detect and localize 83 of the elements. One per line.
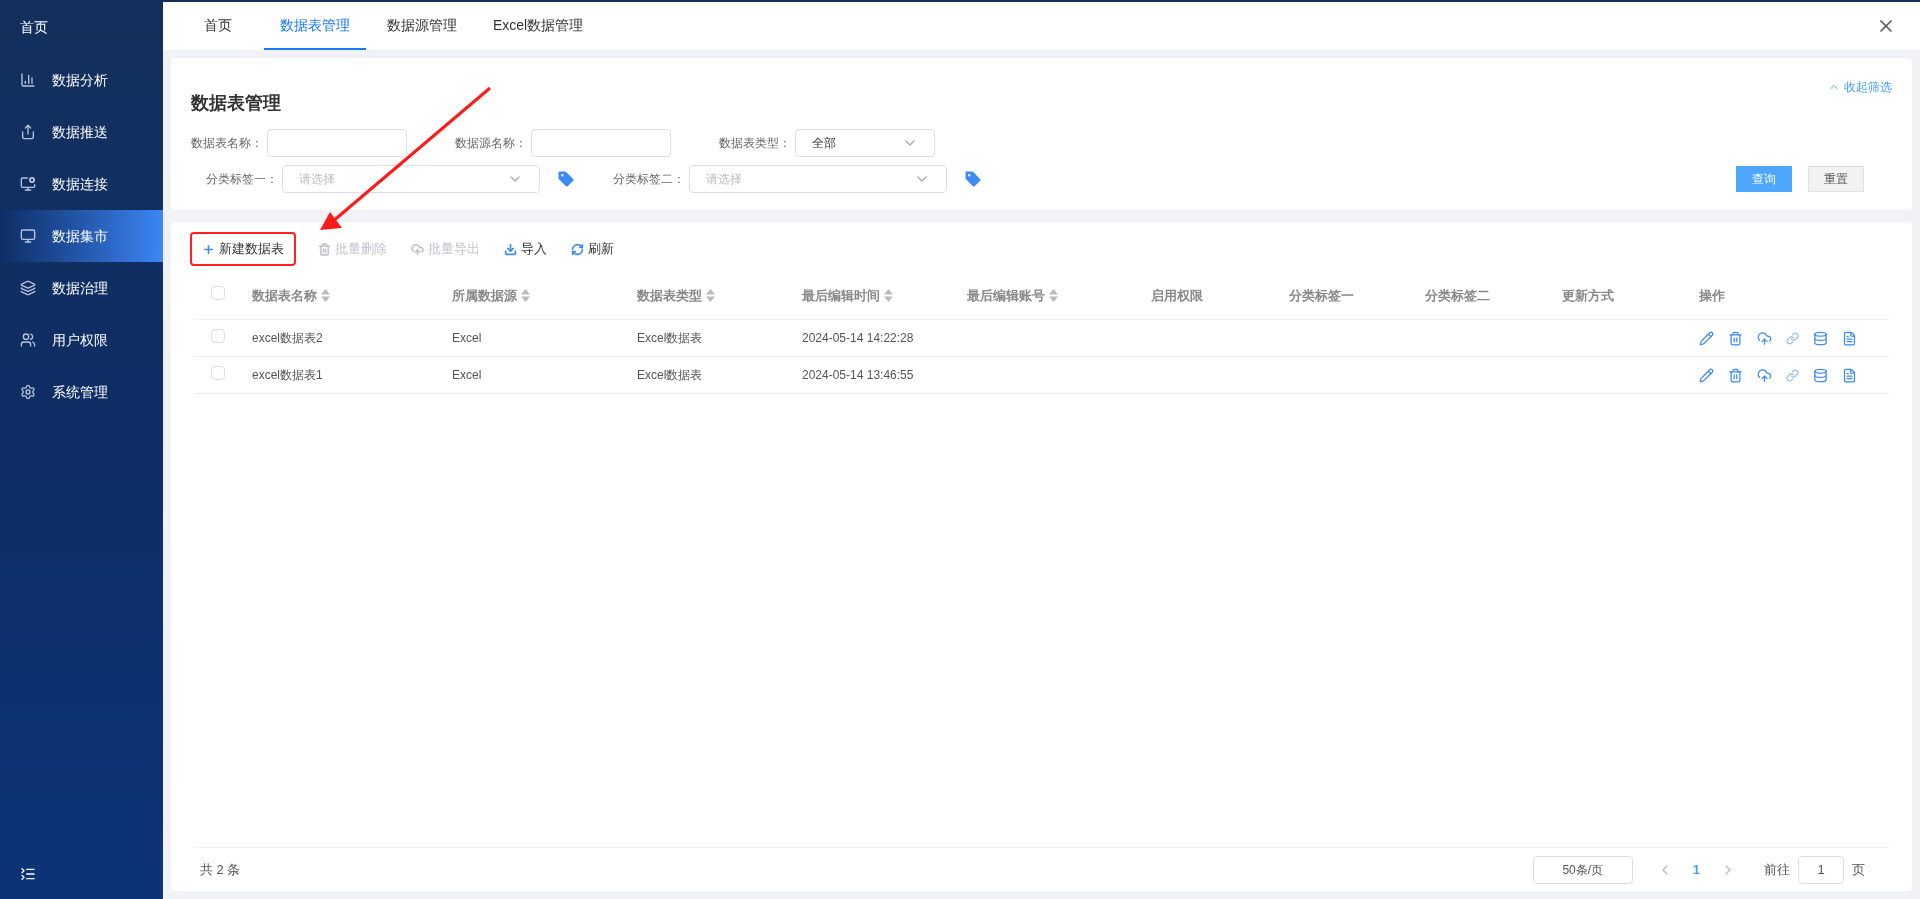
menu-icon [20,332,36,348]
table-cell-text: Excel [452,367,482,384]
database-icon[interactable] [1813,330,1828,346]
column-header: 分类标签一 [1289,286,1354,305]
database-icon[interactable] [1813,367,1828,383]
input-field[interactable] [531,129,671,157]
refresh-icon [571,242,584,256]
filter-label: 分类标签二： [612,171,685,188]
sidebar-item[interactable]: 数据治理 [0,262,163,314]
reset-button[interactable]: 重置 [1808,166,1864,192]
input-field[interactable] [267,129,407,157]
menu-icon [20,124,36,140]
collapse-menu-icon[interactable] [20,866,36,882]
page-input[interactable]: 1 [1798,855,1844,884]
menu-icon [20,176,36,192]
sidebar-home[interactable]: 首页 [20,16,48,38]
column-header[interactable]: 所属数据源 [452,285,530,306]
sidebar-item[interactable]: 数据连接 [0,158,163,210]
tab[interactable]: 数据表管理 [264,2,366,50]
toolbar-button[interactable]: 导入 [492,232,559,266]
column-header[interactable]: 最后编辑时间 [802,285,893,306]
tab[interactable]: Excel数据管理 [478,2,599,50]
menu-icon [20,280,36,296]
page-title: 数据表管理 [191,92,281,115]
checkbox[interactable] [211,285,225,300]
column-header[interactable]: 数据表类型 [637,285,715,306]
edit-icon[interactable] [1699,367,1714,383]
delete-icon[interactable] [1728,330,1743,346]
menu-icon [20,384,36,400]
sidebar-item[interactable]: 数据推送 [0,106,163,158]
table-cell-text: Excel数据表 [637,330,703,347]
toolbar-button[interactable]: 新建数据表 [190,232,296,266]
checkbox[interactable] [211,365,225,380]
link-icon[interactable] [1786,368,1799,382]
select-field[interactable]: 全部 [795,129,935,157]
sort-icon[interactable] [521,289,530,302]
column-header[interactable]: 数据表名称 [252,285,330,306]
cloud-upload-icon [411,242,424,256]
edit-icon[interactable] [1699,330,1714,346]
menu-icon [20,72,36,88]
cloud-upload-icon[interactable] [1757,330,1772,346]
table-cell-text: excel数据表2 [252,330,323,347]
column-header[interactable]: 最后编辑账号 [967,285,1058,306]
delete-icon[interactable] [1728,367,1743,383]
filter-label: 数据表类型： [719,135,791,152]
document-icon[interactable] [1842,367,1857,383]
column-header: 启用权限 [1151,286,1203,305]
table-cell-text: 2024-05-14 14:22:28 [802,330,914,347]
filter-label: 数据源名称： [455,135,527,152]
table-cell-text: Excel [452,330,482,347]
toolbar-button[interactable]: 刷新 [559,232,626,266]
document-icon[interactable] [1842,330,1857,346]
sort-icon[interactable] [1049,289,1058,302]
column-header: 分类标签二 [1425,286,1490,305]
tab[interactable]: 数据源管理 [372,2,472,50]
table-cell-text: excel数据表1 [252,367,323,384]
page-suffix: 页 [1852,860,1865,879]
menu-icon [20,228,36,244]
sidebar-item[interactable]: 数据分析 [0,54,163,106]
tab[interactable]: 首页 [178,2,258,50]
table-cell-text: Excel数据表 [637,367,703,384]
column-header: 操作 [1699,286,1725,305]
cloud-upload-icon[interactable] [1757,367,1772,383]
page-size-select[interactable]: 50条/页 [1532,855,1633,884]
link-icon[interactable] [1786,331,1799,345]
total-count: 共 2 条 [200,860,241,879]
checkbox[interactable] [211,328,225,343]
table-cell-text: 2024-05-14 13:46:55 [802,367,914,384]
sidebar-item[interactable]: 系统管理 [0,366,163,418]
sidebar-item[interactable]: 用户权限 [0,314,163,366]
trash-icon [318,242,331,256]
tag-icon[interactable] [963,169,983,189]
filter-label: 分类标签一： [205,171,278,188]
goto-label: 前往 [1764,860,1790,879]
sort-icon[interactable] [706,289,715,302]
download-icon [504,242,517,256]
sidebar-item[interactable]: 数据集市 [0,210,163,262]
filter-label: 数据表名称： [191,135,263,152]
column-header: 更新方式 [1562,286,1614,305]
plus-icon [202,242,215,256]
tag-icon[interactable] [556,169,576,189]
sort-icon[interactable] [884,289,893,302]
sort-icon[interactable] [321,289,330,302]
